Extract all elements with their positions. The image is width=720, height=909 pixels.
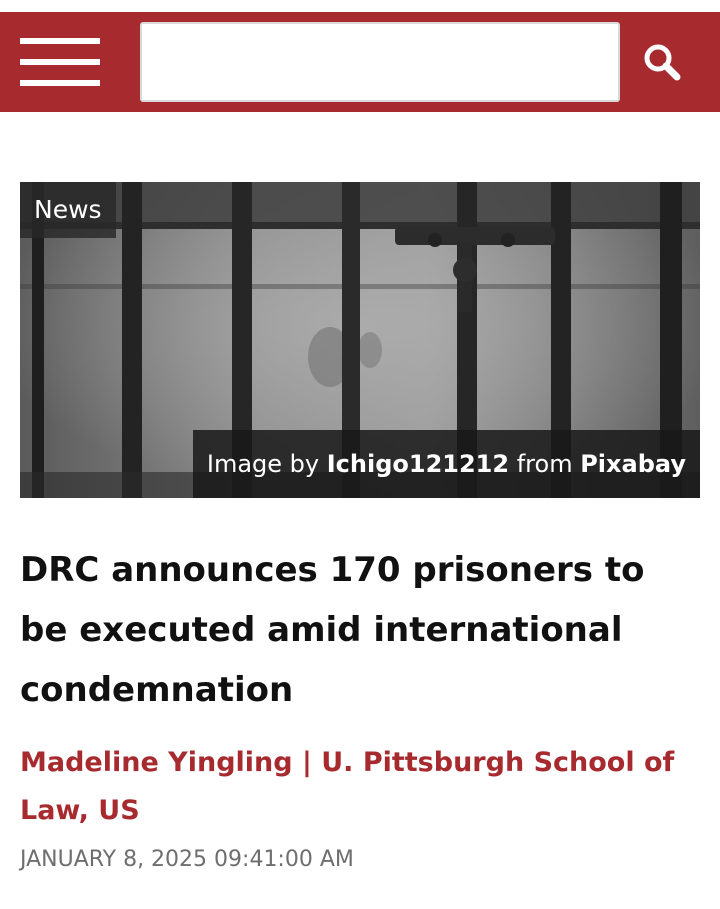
search-icon[interactable] bbox=[640, 40, 684, 84]
hamburger-menu-icon[interactable] bbox=[20, 38, 100, 86]
menu-bar bbox=[20, 80, 100, 86]
credit-author-link[interactable]: Ichigo121212 bbox=[327, 450, 509, 478]
article-date: JANUARY 8, 2025 09:41:00 AM bbox=[20, 847, 354, 872]
menu-bar bbox=[20, 59, 100, 65]
search-input[interactable] bbox=[140, 22, 620, 102]
image-credit: Image by Ichigo121212 from Pixabay bbox=[192, 430, 700, 498]
article-headline: DRC announces 170 prisoners to be execut… bbox=[20, 550, 645, 710]
site-header bbox=[0, 12, 720, 112]
category-badge[interactable]: News bbox=[20, 182, 116, 238]
credit-prefix: Image by bbox=[206, 450, 320, 478]
article-byline[interactable]: Madeline Yingling | U. Pittsburgh School… bbox=[20, 739, 700, 835]
credit-source-link[interactable]: Pixabay bbox=[580, 450, 686, 478]
credit-middle: from bbox=[516, 450, 573, 478]
menu-bar bbox=[20, 38, 100, 44]
